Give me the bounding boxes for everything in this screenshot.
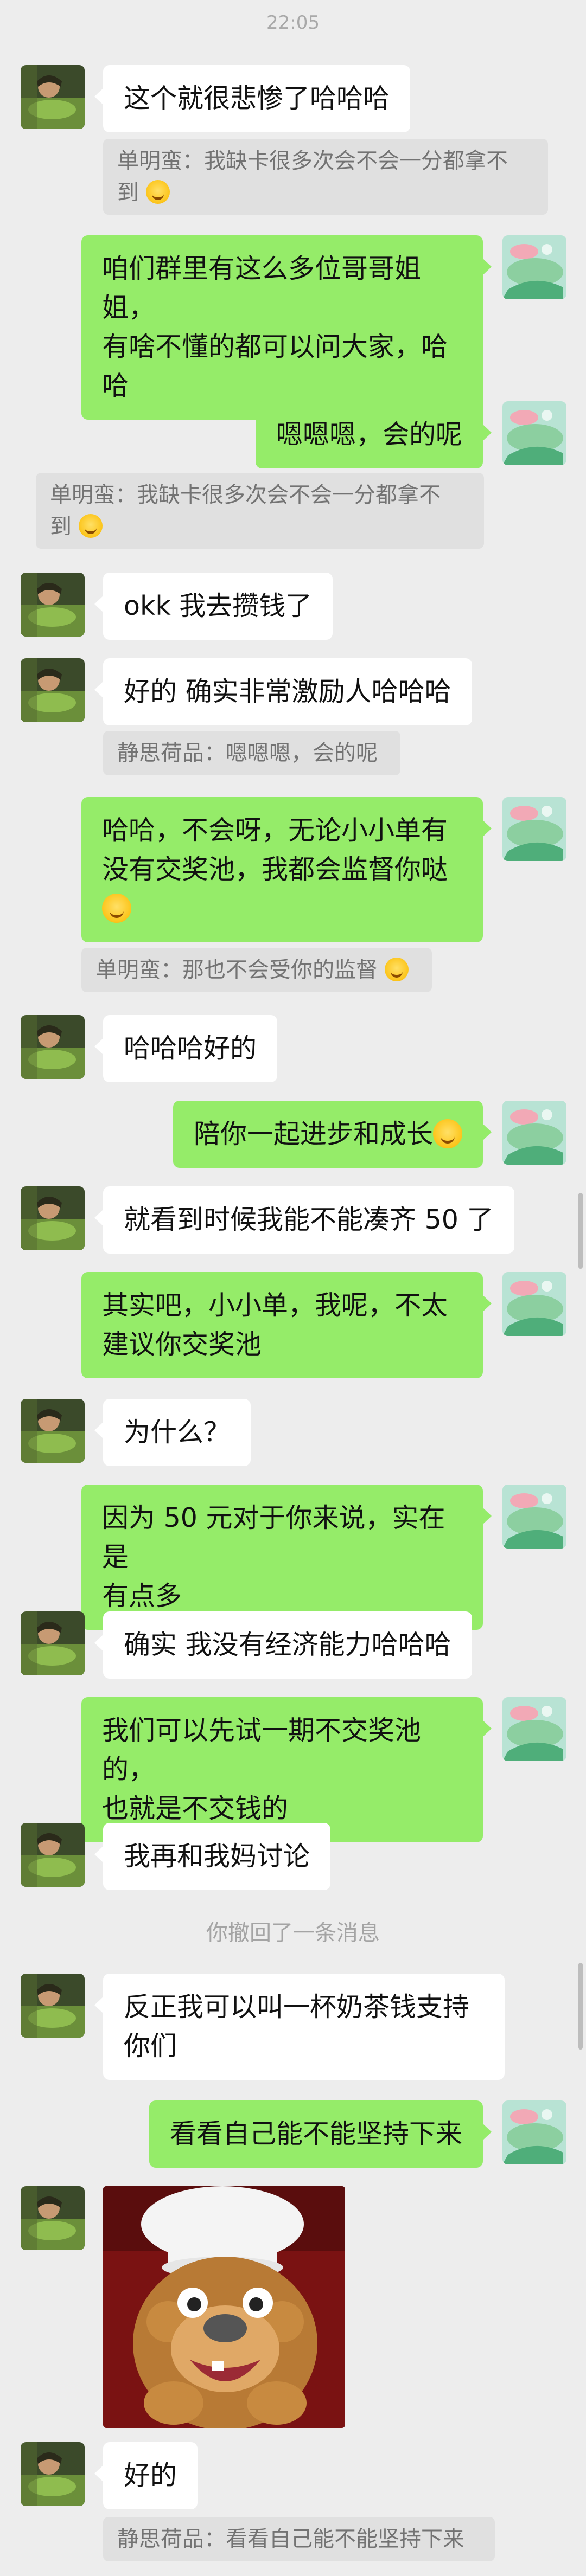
- message-text: 哈哈哈好的: [124, 1033, 257, 1064]
- quote-reply[interactable]: 单明蛮：我缺卡很多次会不会一分都拿不 到: [36, 473, 484, 549]
- grinning-emoji-icon: [433, 1119, 462, 1148]
- message-bubble[interactable]: 就看到时候我能不能凑齐 50 了: [94, 1186, 514, 1254]
- scrollbar-thumb[interactable]: [578, 1963, 583, 2050]
- message-text: 其实吧，小小单，我呢，不太: [102, 1290, 448, 1321]
- message-bubble[interactable]: 好的: [94, 2442, 198, 2509]
- avatar[interactable]: [502, 1485, 566, 1549]
- message-bubble[interactable]: 因为 50 元对于你来说，实在是 有点多: [81, 1485, 492, 1630]
- avatar[interactable]: [502, 1697, 566, 1761]
- avatar[interactable]: [21, 2186, 85, 2250]
- message-text: 嗯嗯嗯，会的呢: [276, 419, 462, 450]
- quote-reply[interactable]: 单明蛮：那也不会受你的监督: [81, 948, 432, 992]
- avatar[interactable]: [21, 658, 85, 722]
- message-text: 看看自己能不能坚持下来: [169, 2118, 462, 2149]
- message-bubble[interactable]: okk 我去攒钱了: [94, 573, 333, 640]
- message-text: 陪你一起进步和成长: [193, 1119, 433, 1149]
- quote-text: 到: [117, 180, 139, 205]
- avatar[interactable]: [502, 235, 566, 299]
- avatar[interactable]: [502, 797, 566, 861]
- message-text: 没有交奖池，我都会监督你哒: [102, 854, 448, 885]
- avatar[interactable]: [21, 573, 85, 637]
- quote-reply[interactable]: 单明蛮：我缺卡很多次会不会一分都拿不 到: [103, 139, 548, 215]
- message-text: 也就是不交钱的: [102, 1793, 289, 1824]
- message-bubble[interactable]: 咱们群里有这么多位哥哥姐姐， 有啥不懂的都可以问大家，哈 哈: [81, 235, 492, 420]
- avatar[interactable]: [502, 1272, 566, 1336]
- avatar[interactable]: [21, 1611, 85, 1675]
- message-bubble[interactable]: 哈哈，不会呀，无论小小单有 没有交奖池，我都会监督你哒: [81, 797, 492, 942]
- message-bubble[interactable]: 看看自己能不能坚持下来: [149, 2100, 492, 2168]
- quote-text: 单明蛮：那也不会受你的监督: [95, 958, 378, 982]
- message-bubble[interactable]: 嗯嗯嗯，会的呢: [255, 401, 492, 468]
- message-bubble[interactable]: 其实吧，小小单，我呢，不太 建议你交奖池: [81, 1272, 492, 1378]
- message-text: 确实 我没有经济能力哈哈哈: [124, 1629, 451, 1660]
- message-text: 哈: [421, 331, 448, 362]
- avatar[interactable]: [21, 1186, 85, 1250]
- avatar[interactable]: [21, 1399, 85, 1463]
- quote-reply[interactable]: 静思荷品：看看自己能不能坚持下来: [103, 2517, 495, 2561]
- avatar[interactable]: [21, 65, 85, 129]
- message-bubble[interactable]: 这个就很悲惨了哈哈哈: [94, 65, 411, 132]
- message-text: 建议你交奖池: [102, 1329, 262, 1360]
- message-bubble[interactable]: 我们可以先试一期不交奖池的， 也就是不交钱的: [81, 1697, 492, 1842]
- message-text: 为什么？: [124, 1417, 231, 1448]
- message-text: 有啥不懂的都可以问大家，: [102, 331, 422, 362]
- crying-emoji-icon: [384, 958, 409, 981]
- message-bubble[interactable]: 哈哈哈好的: [94, 1015, 278, 1082]
- message-text: 因为 50 元对于你来说，实在是: [102, 1502, 445, 1572]
- message-text: 我们可以先试一期不交奖池的，: [102, 1715, 422, 1785]
- message-bubble[interactable]: 好的 确实非常激励人哈哈哈: [94, 658, 472, 725]
- message-text: 反正我可以叫一杯奶茶钱支持: [124, 1992, 470, 2022]
- quote-text: 静思荷品：嗯嗯嗯，会的呢: [117, 741, 378, 766]
- message-text: 我再和我妈讨论: [124, 1841, 310, 1872]
- message-bubble[interactable]: 为什么？: [94, 1399, 251, 1466]
- avatar[interactable]: [21, 1823, 85, 1887]
- message-text: 哈哈，不会呀，无论小小单有: [102, 815, 448, 846]
- message-bubble[interactable]: 反正我可以叫一杯奶茶钱支持 你们: [94, 1974, 505, 2080]
- avatar[interactable]: [502, 2100, 566, 2164]
- message-bubble[interactable]: 我再和我妈讨论: [94, 1823, 331, 1890]
- quote-author: 单明蛮：: [50, 483, 137, 508]
- message-bubble[interactable]: 确实 我没有经济能力哈哈哈: [94, 1611, 472, 1679]
- quote-text: 到: [50, 514, 72, 539]
- avatar[interactable]: [21, 1015, 85, 1079]
- quote-text: 我缺卡很多次会不会一分都拿不: [137, 483, 441, 508]
- message-text: 你们: [124, 2031, 177, 2061]
- avatar[interactable]: [21, 1974, 85, 2038]
- message-text: okk 我去攒钱了: [124, 590, 313, 621]
- message-text: 好的 确实非常激励人哈哈哈: [124, 676, 451, 707]
- system-message: 你撤回了一条消息: [206, 1920, 380, 1945]
- crying-emoji-icon: [78, 514, 103, 538]
- quote-reply[interactable]: 静思荷品：嗯嗯嗯，会的呢: [103, 731, 400, 775]
- message-text: 咱们群里有这么多位哥哥姐姐，: [102, 253, 422, 323]
- avatar[interactable]: [21, 2442, 85, 2506]
- quote-author: 单明蛮：: [117, 149, 204, 174]
- message-text: 哈: [102, 370, 129, 401]
- scrollbar-thumb[interactable]: [578, 1193, 583, 1269]
- message-text: 这个就很悲惨了哈哈哈: [124, 83, 390, 114]
- timestamp: 22:05: [266, 12, 320, 34]
- quote-text: 静思荷品：看看自己能不能坚持下来: [117, 2527, 464, 2552]
- message-text: 好的: [124, 2460, 177, 2491]
- message-text: 就看到时候我能不能凑齐 50 了: [124, 1204, 494, 1235]
- message-bubble[interactable]: 陪你一起进步和成长: [173, 1101, 492, 1168]
- shushing-emoji-icon: [102, 894, 131, 923]
- crying-emoji-icon: [145, 180, 170, 204]
- bear-sticker-image[interactable]: [103, 2186, 345, 2428]
- avatar[interactable]: [502, 401, 566, 465]
- avatar[interactable]: [502, 1101, 566, 1165]
- message-text: 有点多: [102, 1581, 182, 1611]
- quote-text: 我缺卡很多次会不会一分都拿不: [204, 149, 508, 174]
